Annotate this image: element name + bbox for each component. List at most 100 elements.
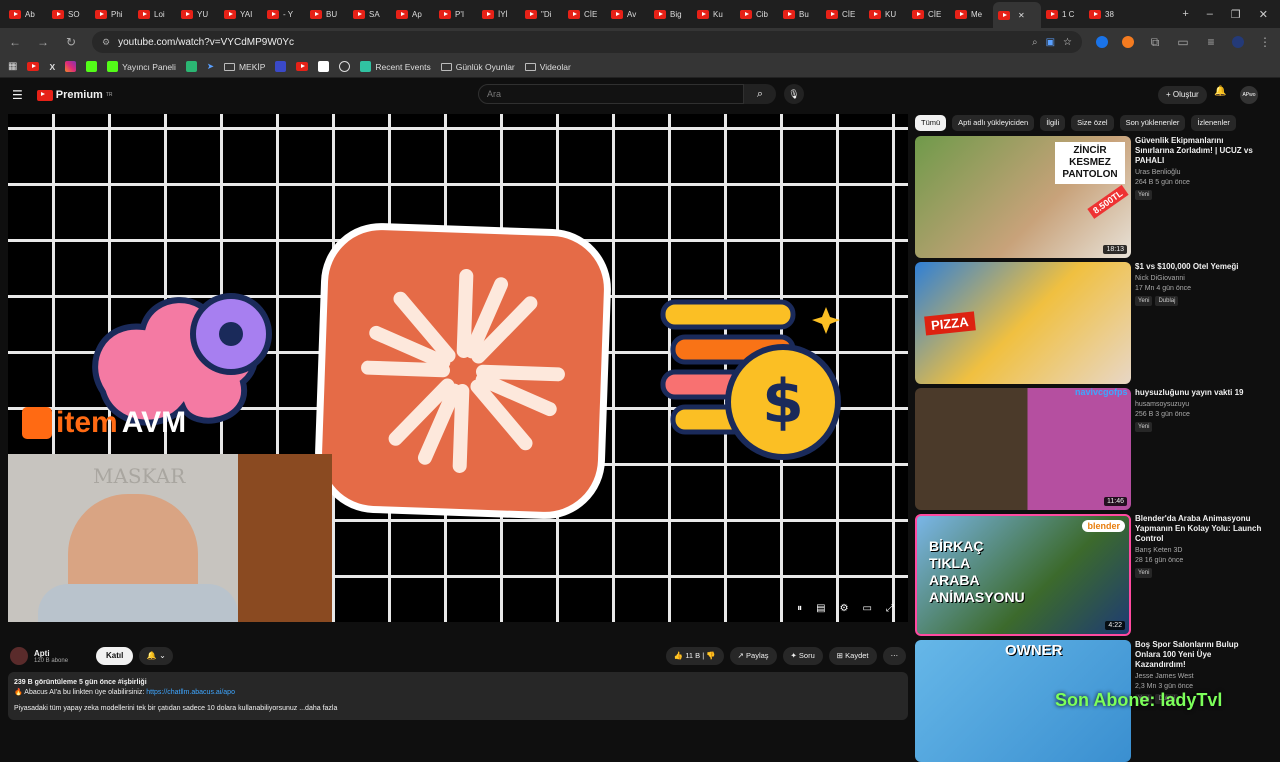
browser-tab[interactable]: SA xyxy=(348,3,391,25)
bookmark-instagram[interactable] xyxy=(65,61,77,72)
browser-tab[interactable]: Av xyxy=(606,3,649,25)
video-description[interactable]: 239 B görüntüleme 5 gün önce #işbirliği … xyxy=(8,672,908,720)
filter-chip[interactable]: İlgili xyxy=(1040,115,1066,131)
browser-tab[interactable]: BU xyxy=(305,3,348,25)
bookmark-circle[interactable] xyxy=(339,61,351,72)
browser-tab[interactable]: P'I xyxy=(434,3,477,25)
search-input[interactable]: Ara xyxy=(478,84,744,104)
account-avatar[interactable]: APwo xyxy=(1240,86,1258,104)
hamburger-menu-icon[interactable]: ☰ xyxy=(12,88,23,102)
channel-name[interactable]: Apti xyxy=(34,649,68,658)
bookmark-image[interactable] xyxy=(318,61,330,72)
browser-tab[interactable]: - Y xyxy=(262,3,305,25)
bookmark-green[interactable] xyxy=(185,61,197,72)
bookmark-recent-events[interactable]: Recent Events xyxy=(360,61,431,72)
recommended-video[interactable]: ZİNCİR KESMEZ PANTOLON 8.500TL 18:13 Güvenl… xyxy=(915,136,1275,258)
recommended-video[interactable]: navivcgofps 11:46 huysuzluğunu yayın vakti… xyxy=(915,388,1275,510)
bookmark-mekip[interactable]: MEKİP xyxy=(223,62,265,72)
youtube-logo[interactable]: Premium TR xyxy=(36,89,113,101)
settings-gear-icon[interactable]: ⚙ xyxy=(840,603,849,614)
ask-button[interactable]: ✦ Soru xyxy=(782,647,823,665)
more-actions-button[interactable]: ⋯ xyxy=(882,647,906,665)
browser-tab[interactable]: İYİ xyxy=(477,3,520,25)
browser-tab[interactable]: "Di xyxy=(520,3,563,25)
filter-chip[interactable]: İzlenenler xyxy=(1191,115,1236,131)
forward-icon[interactable]: → xyxy=(36,35,50,49)
extensions-puzzle-icon[interactable]: ⧉ xyxy=(1148,35,1162,50)
zoom-icon[interactable]: ⌕ xyxy=(1032,37,1038,48)
browser-tab[interactable]: KU xyxy=(864,3,907,25)
browser-tab[interactable]: 1 C xyxy=(1041,3,1084,25)
theater-mode-icon[interactable]: ▭ xyxy=(863,603,872,614)
filter-chip[interactable]: Tümü xyxy=(915,115,947,131)
address-bar[interactable]: ⚙ youtube.com/watch?v=VYCdMP9W0Yc ⌕ ▣ ☆ xyxy=(92,31,1082,53)
search-button[interactable]: ⌕ xyxy=(744,84,776,104)
create-button[interactable]: + Oluştur xyxy=(1158,86,1207,104)
browser-tab[interactable]: 38 xyxy=(1084,3,1127,25)
browser-tab[interactable]: YU xyxy=(176,3,219,25)
filter-chip[interactable]: Son yüklenenler xyxy=(1119,115,1186,131)
browser-tab[interactable]: CİE xyxy=(821,3,864,25)
bookmark-youtube-2[interactable] xyxy=(296,62,309,71)
browser-tab[interactable]: Cib xyxy=(735,3,778,25)
bookmark-x[interactable]: X xyxy=(49,62,55,72)
video-player[interactable]: item AVM $ MASKAR ⏸ ▤ ⚙ ▭ ⤢ xyxy=(8,114,908,622)
browser-tab[interactable]: CİE xyxy=(563,3,606,25)
profile-icon[interactable] xyxy=(1232,36,1244,48)
browser-tab[interactable]: YAI xyxy=(219,3,262,25)
notifications-bell-icon[interactable]: 🔔 xyxy=(1214,86,1226,97)
browser-tab[interactable]: Me xyxy=(950,3,993,25)
bookmark-arrow[interactable]: ➤ xyxy=(207,61,214,72)
restore-icon[interactable]: ❐ xyxy=(1231,8,1241,21)
back-icon[interactable]: ← xyxy=(8,35,22,49)
close-window-icon[interactable]: ✕ xyxy=(1259,8,1268,21)
reload-icon[interactable]: ↻ xyxy=(64,35,78,49)
menu-icon[interactable]: ⋮ xyxy=(1258,35,1272,49)
browser-tab[interactable]: ✕ xyxy=(993,2,1041,28)
extension-blue-icon[interactable] xyxy=(1096,36,1108,48)
video-thumbnail[interactable]: ZİNCİR KESMEZ PANTOLON 8.500TL 18:13 xyxy=(915,136,1131,258)
site-info-icon[interactable]: ⚙ xyxy=(102,37,110,48)
browser-tab[interactable]: Big xyxy=(649,3,692,25)
browser-tab[interactable]: SO xyxy=(47,3,90,25)
video-thumbnail[interactable]: PIZZA xyxy=(915,262,1131,384)
apps-grid-icon[interactable]: ▦ xyxy=(8,61,17,72)
voice-search-button[interactable]: 🎙 xyxy=(784,84,804,104)
close-tab-icon[interactable]: ✕ xyxy=(1018,11,1025,20)
subscribe-bell-button[interactable]: 🔔 ⌄ xyxy=(139,647,174,665)
browser-tab[interactable]: Ab xyxy=(4,3,47,25)
channel-avatar[interactable] xyxy=(10,647,28,665)
like-button[interactable]: 👍 11 B | 👎 xyxy=(665,647,724,665)
save-button[interactable]: ⊞ Kaydet xyxy=(828,647,877,665)
filter-chip[interactable]: Apti adlı yükleyiciden xyxy=(952,115,1035,131)
browser-tab[interactable]: Ap xyxy=(391,3,434,25)
bookmark-blue[interactable] xyxy=(275,61,287,72)
browser-tab[interactable]: Loi xyxy=(133,3,176,25)
autoplay-toggle-icon[interactable]: ⏸ xyxy=(797,603,802,614)
bookmark-gunluk-oyunlar[interactable]: Günlük Oyunlar xyxy=(440,62,515,72)
minimize-icon[interactable]: – xyxy=(1207,8,1213,21)
filter-chip[interactable]: Size özel xyxy=(1071,115,1114,131)
fullscreen-icon[interactable]: ⤢ xyxy=(886,603,894,614)
video-thumbnail[interactable]: BİRKAÇ TIKLA ARABA ANİMASYONU blender 4:22 xyxy=(915,514,1131,636)
bookmark-star-icon[interactable]: ☆ xyxy=(1063,37,1072,48)
join-button[interactable]: Katıl xyxy=(96,647,134,665)
description-link[interactable]: https://chatllm.abacus.ai/apo xyxy=(146,689,235,696)
reading-list-icon[interactable]: ≡ xyxy=(1204,35,1218,49)
recommended-video[interactable]: BİRKAÇ TIKLA ARABA ANİMASYONU blender 4:22… xyxy=(915,514,1275,636)
browser-tab[interactable]: Bu xyxy=(778,3,821,25)
bookmark-yayinci-paneli[interactable]: Yayıncı Paneli xyxy=(107,61,176,72)
recommended-video[interactable]: PIZZA $1 vs $100,000 Otel Yemeği Nick DiGi… xyxy=(915,262,1275,384)
browser-tab[interactable]: Ku xyxy=(692,3,735,25)
bookmark-youtube[interactable] xyxy=(27,62,40,71)
extension-orange-icon[interactable] xyxy=(1122,36,1134,48)
side-panel-icon[interactable]: ▭ xyxy=(1176,35,1190,49)
cast-icon[interactable]: ▣ xyxy=(1046,37,1055,48)
bookmark-kick[interactable] xyxy=(86,61,98,72)
new-tab-icon[interactable]: + xyxy=(1182,8,1188,21)
video-thumbnail[interactable]: navivcgofps 11:46 xyxy=(915,388,1131,510)
bookmark-videolar[interactable]: Videolar xyxy=(524,62,571,72)
subtitles-icon[interactable]: ▤ xyxy=(816,603,825,614)
share-button[interactable]: ↗ Paylaş xyxy=(729,647,777,665)
browser-tab[interactable]: CİE xyxy=(907,3,950,25)
